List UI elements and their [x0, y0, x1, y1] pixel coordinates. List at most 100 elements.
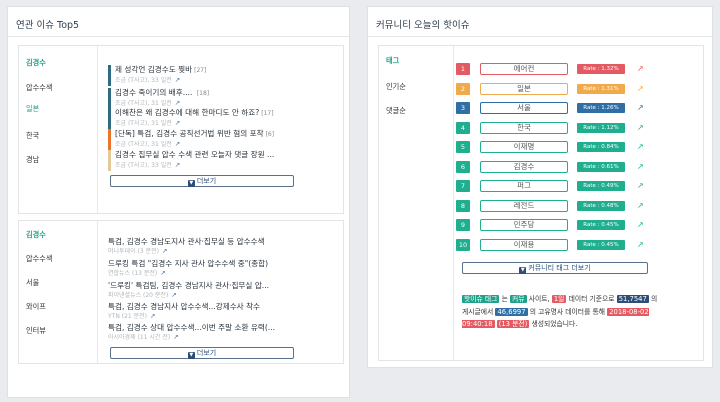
note-highlight: 핫이슈 태그 — [462, 295, 500, 303]
tab-popular[interactable]: 인기순 — [379, 76, 455, 98]
external-link-icon[interactable]: ↗ — [173, 333, 178, 341]
news-title[interactable]: '드루킹' 특검팀, 김경수 경남지사 관사·집무실 압... — [108, 281, 296, 291]
tag-button[interactable]: 이재명 — [480, 141, 568, 153]
tab-japan[interactable]: 일본 — [19, 98, 95, 120]
rank-number-badge: 6 — [456, 161, 470, 173]
tag-button[interactable]: 레전드 — [480, 200, 568, 212]
list-item[interactable]: 특검, 김경수 경남지사 압수수색...강제수사 착수 YTN (21 분전) ↗ — [108, 302, 296, 323]
tab-kimkyungsoo[interactable]: 김경수 — [19, 224, 95, 246]
note-highlight: 46,6997 — [495, 307, 528, 316]
tab-gyeongnam[interactable]: 경남 — [19, 149, 95, 171]
more-button-label: 더보기 — [196, 177, 217, 185]
note-text: 데이터 기준으로 — [568, 295, 615, 303]
note-text: 생성되었습니다. — [531, 320, 578, 329]
issue-title[interactable]: [단독] 특검, 김경수 공직선거법 위반 혐의 포착 — [115, 129, 264, 138]
tab-comments[interactable]: 댓글순 — [379, 100, 455, 122]
rate-badge: Rate : 0.49% — [577, 181, 625, 191]
divider — [368, 36, 712, 37]
rank-number-badge: 9 — [456, 219, 470, 231]
tab-seoul[interactable]: 서울 — [19, 272, 95, 294]
tab-wife[interactable]: 와이프 — [19, 296, 95, 318]
more-button[interactable]: ▼ 더보기 — [110, 347, 294, 359]
tag-button[interactable]: 김경수 — [480, 161, 568, 173]
external-link-icon[interactable]: ↗ — [171, 291, 176, 299]
external-link-icon[interactable]: ↗ — [637, 83, 647, 95]
list-item[interactable]: 특검, 김경수 상대 압수수색...이번 주말 소환 유력(... 아시아경제 … — [108, 323, 296, 344]
tab-search-seizure[interactable]: 압수수색 — [19, 77, 95, 99]
external-link-icon[interactable]: ↗ — [162, 247, 167, 255]
tag-button[interactable]: 이재용 — [480, 239, 568, 251]
issue-title[interactable]: 이해찬은 왜 김경수에 대해 한마디도 안 하죠? — [115, 108, 259, 117]
note-highlight: 51,7547 — [616, 295, 649, 303]
external-link-icon[interactable]: ↗ — [637, 180, 647, 192]
news-meta: 아시아경제 (11 시간 전) — [108, 334, 171, 341]
tab-kimkyungsoo[interactable]: 김경수 — [19, 52, 95, 74]
external-link-icon[interactable]: ↗ — [175, 140, 180, 148]
rank-number-badge: 8 — [456, 200, 470, 212]
tab-tags[interactable]: 태그 — [379, 50, 455, 72]
comment-count: [17] — [261, 110, 274, 117]
rank-number-badge: 5 — [456, 141, 470, 153]
list-item[interactable]: 특검, 김경수 경남도지사 관사·집무실 등 압수수색 머니투데이 (3 분전)… — [108, 237, 296, 258]
external-link-icon[interactable]: ↗ — [637, 122, 647, 134]
note-highlight: 1일 — [551, 295, 567, 303]
tab-search-seizure[interactable]: 압수수색 — [19, 248, 95, 270]
external-link-icon[interactable]: ↗ — [175, 99, 180, 107]
external-link-icon[interactable]: ↗ — [637, 63, 647, 75]
more-button-label: 커뮤니티 태그 더보기 — [528, 264, 591, 272]
external-link-icon[interactable]: ↗ — [175, 161, 180, 169]
rate-badge: Rate : 0.61% — [577, 162, 625, 172]
rank-number-badge: 4 — [456, 122, 470, 134]
rank-number-badge: 1 — [456, 63, 470, 75]
tag-button[interactable]: 민주당 — [480, 219, 568, 231]
tag-button[interactable]: 한국 — [480, 122, 568, 134]
list-item[interactable]: '드루킹' 특검팀, 김경수 경남지사 관사·집무실 압... 파이낸셜뉴스 (… — [108, 281, 296, 302]
more-button-label: 더보기 — [196, 349, 217, 357]
issue-title[interactable]: 김경수 집무실 압수 수색 관련 오늘자 댓글 장원 ... — [115, 150, 274, 159]
keyword-tabs: 김경수 압수수색 서울 와이프 인터뷰 — [19, 221, 97, 363]
list-item[interactable]: 제 성각언 김경수도 찢바 [27] 조금 (T사고), 33 일전 ↗ — [108, 65, 348, 86]
news-title[interactable]: 특검, 김경수 상대 압수수색...이번 주말 소환 유력(... — [108, 323, 296, 333]
tag-button[interactable]: 에어컨 — [480, 63, 568, 75]
external-link-icon[interactable]: ↗ — [637, 161, 647, 173]
community-issues-card: 김경수 압수수색 일본 한국 경남 제 성각언 김경수도 찢바 [27] 조금 (… — [18, 45, 344, 214]
note-text: 사이트, — [528, 295, 550, 303]
rate-badge: Rate : 1.12% — [577, 123, 625, 133]
tab-interview[interactable]: 인터뷰 — [19, 320, 95, 342]
external-link-icon[interactable]: ↗ — [160, 269, 165, 277]
issue-title[interactable]: 제 성각언 김경수도 찢바 — [115, 65, 192, 74]
news-title[interactable]: 특검, 김경수 경남도지사 관사·집무실 등 압수수색 — [108, 237, 296, 247]
issue-meta: 조금 (T사고), 31 일전 — [115, 100, 172, 107]
list-item[interactable]: 김경수 죽이기의 배후.... [18] 조금 (T사고), 31 일전 ↗ — [108, 88, 348, 109]
list-item[interactable]: 김경수 집무실 압수 수색 관련 오늘자 댓글 장원 ... 조금 (T사고),… — [108, 150, 348, 171]
more-button[interactable]: ▼ 더보기 — [110, 175, 294, 187]
news-meta: 머니투데이 (3 분전) — [108, 248, 159, 255]
chevron-down-icon: ▼ — [187, 352, 195, 359]
external-link-icon[interactable]: ↗ — [637, 102, 647, 114]
external-link-icon[interactable]: ↗ — [175, 76, 180, 84]
news-title[interactable]: 특검, 김경수 경남지사 압수수색...강제수사 착수 — [108, 302, 296, 312]
external-link-icon[interactable]: ↗ — [637, 141, 647, 153]
issue-title[interactable]: 김경수 죽이기의 배후.... — [115, 88, 195, 97]
external-link-icon[interactable]: ↗ — [637, 200, 647, 212]
external-link-icon[interactable]: ↗ — [150, 312, 155, 320]
external-link-icon[interactable]: ↗ — [637, 219, 647, 231]
external-link-icon[interactable]: ↗ — [175, 119, 180, 127]
list-item[interactable]: 드루킹 특검 "김경수 지사 관사 압수수색 중"(종합) 연합뉴스 (13 분… — [108, 259, 296, 280]
chevron-down-icon: ▼ — [519, 267, 527, 274]
tag-button[interactable]: 일본 — [480, 83, 568, 95]
list-item[interactable]: [단독] 특검, 김경수 공직선거법 위반 혐의 포착 [6] 조금 (T사고),… — [108, 129, 348, 150]
tag-button[interactable]: 서울 — [480, 102, 568, 114]
external-link-icon[interactable]: ↗ — [637, 239, 647, 251]
related-issues-panel: 연관 이슈 Top5 김경수 압수수색 일본 한국 경남 제 성각언 김경수도 … — [7, 6, 350, 398]
comment-count: [27] — [194, 67, 207, 74]
rank-number-badge: 3 — [456, 102, 470, 114]
news-title[interactable]: 드루킹 특검 "김경수 지사 관사 압수수색 중"(종합) — [108, 259, 296, 269]
tab-korea[interactable]: 한국 — [19, 125, 95, 147]
tag-rank-row: 7 퍼그 Rate : 0.49% ↗ — [456, 180, 656, 193]
tag-button[interactable]: 퍼그 — [480, 180, 568, 192]
list-item[interactable]: 이해찬은 왜 김경수에 대해 한마디도 안 하죠? [17] 조금 (T사고), … — [108, 108, 348, 129]
rate-badge: Rate : 1.31% — [577, 84, 625, 94]
community-tags-more-button[interactable]: ▼ 커뮤니티 태그 더보기 — [462, 262, 648, 274]
issue-meta: 조금 (T사고), 33 일전 — [115, 77, 172, 84]
